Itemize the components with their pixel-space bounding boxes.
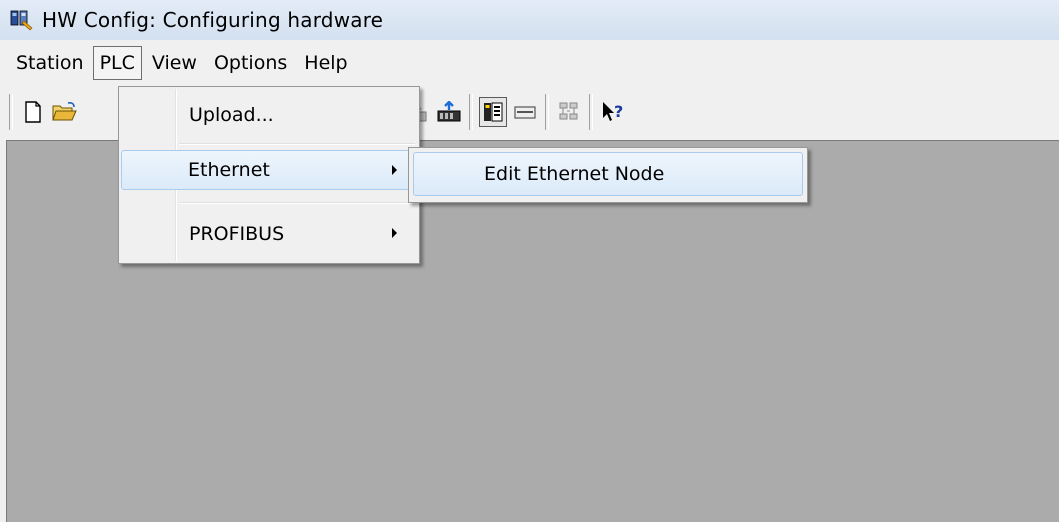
submenu-arrow-icon: [392, 228, 397, 238]
menu-separator: [179, 202, 415, 204]
menu-item-label: PROFIBUS: [189, 223, 285, 245]
hardware-catalog-icon[interactable]: [479, 97, 507, 127]
menu-separator: [179, 143, 415, 145]
toolbar-separator: [545, 94, 549, 130]
menu-item-upload[interactable]: Upload...: [121, 95, 417, 135]
open-folder-icon[interactable]: [51, 97, 79, 127]
menu-station[interactable]: Station: [9, 46, 91, 80]
network-icon[interactable]: [555, 97, 583, 127]
plc-menu-dropdown: Upload... Ethernet PROFIBUS: [118, 86, 420, 264]
hw-config-app-icon[interactable]: [10, 9, 34, 31]
menu-item-label: Ethernet: [188, 159, 270, 181]
toolbar-separator: [469, 94, 473, 130]
menu-item-label: Edit Ethernet Node: [484, 163, 665, 185]
menu-item-label: Upload...: [189, 104, 274, 126]
module-view-icon[interactable]: [511, 97, 539, 127]
menu-bar: Station PLC View Options Help: [0, 42, 1059, 84]
menu-view[interactable]: View: [145, 46, 204, 80]
toolbar-separator: [9, 94, 13, 130]
context-help-icon[interactable]: ?: [599, 97, 627, 127]
menu-options[interactable]: Options: [207, 46, 294, 80]
menu-item-edit-ethernet-node[interactable]: Edit Ethernet Node: [413, 152, 803, 196]
window-title: HW Config: Configuring hardware: [42, 8, 384, 32]
title-bar: HW Config: Configuring hardware: [0, 0, 1059, 40]
menu-item-ethernet[interactable]: Ethernet: [121, 150, 417, 190]
toolbar-separator: [589, 94, 593, 130]
menu-item-profibus[interactable]: PROFIBUS: [121, 214, 417, 254]
new-document-icon[interactable]: [19, 97, 47, 127]
menu-plc[interactable]: PLC: [92, 46, 142, 80]
menu-help[interactable]: Help: [297, 46, 354, 80]
ethernet-submenu: Edit Ethernet Node: [408, 147, 808, 203]
upload-icon[interactable]: [435, 97, 463, 127]
submenu-arrow-icon: [392, 165, 397, 175]
svg-text:?: ?: [614, 102, 623, 121]
